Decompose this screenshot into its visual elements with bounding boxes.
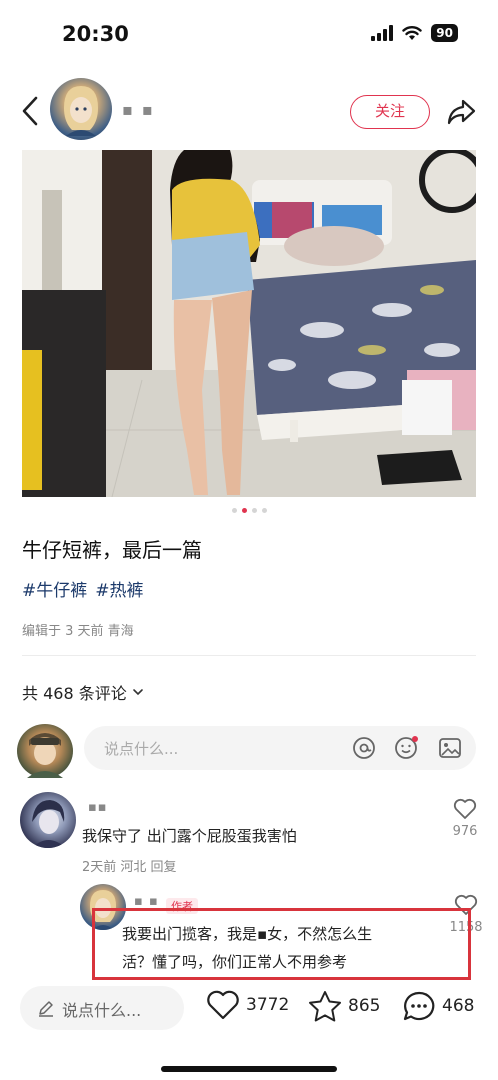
collect-count: 865 [348, 996, 381, 1016]
comment-like[interactable]: 976 [444, 798, 486, 839]
commenter-name[interactable]: ▪▪ [88, 800, 108, 815]
home-indicator [161, 1066, 337, 1072]
bottom-comment-input[interactable]: 说点什么... [20, 986, 184, 1030]
post-header: ▪ ▪ 关注 [0, 72, 498, 150]
like-count: 3772 [246, 995, 290, 1015]
post-image[interactable] [22, 150, 476, 497]
signal-icon [371, 25, 394, 41]
like-button[interactable]: 3772 [206, 990, 289, 1020]
heart-icon [453, 798, 477, 819]
pagination-dot [251, 508, 257, 513]
post-meta: 编辑于 3 天前 青海 [22, 624, 134, 639]
battery-indicator: 90 [431, 24, 458, 42]
status-bar: 20:30 90 [0, 0, 498, 72]
pen-icon [39, 1001, 53, 1017]
collect-button[interactable]: 865 [308, 990, 380, 1022]
pagination-dot-active [241, 508, 247, 513]
author-name[interactable]: ▪ ▪ [122, 100, 155, 119]
comment-input[interactable]: 说点什么... [84, 726, 476, 770]
wifi-icon [402, 26, 422, 40]
at-icon[interactable] [352, 736, 376, 760]
back-icon[interactable] [18, 94, 42, 128]
author-avatar[interactable] [50, 78, 112, 140]
heart-icon [207, 990, 239, 1020]
reply-author-name[interactable]: ▪ ▪ [134, 894, 159, 909]
pagination-dot [261, 508, 267, 513]
star-icon [309, 991, 341, 1022]
chevron-down-icon [132, 689, 143, 696]
comment-icon [403, 991, 435, 1021]
bottom-input-placeholder: 说点什么... [62, 1001, 142, 1020]
commenter-avatar[interactable] [20, 792, 76, 848]
image-icon[interactable] [438, 736, 462, 760]
post-title: 牛仔短裤，最后一篇 [22, 538, 202, 562]
highlight-box [92, 908, 471, 980]
follow-button[interactable]: 关注 [350, 95, 430, 129]
status-time: 20:30 [62, 22, 129, 46]
image-pagination [0, 508, 498, 513]
divider [22, 655, 476, 656]
comment-input-placeholder: 说点什么... [104, 740, 179, 758]
comment-like-count: 976 [452, 824, 478, 839]
comment-meta[interactable]: 2天前 河北 回复 [82, 856, 177, 875]
comment-count: 468 [442, 996, 475, 1016]
status-icons: 90 [371, 24, 458, 42]
share-icon[interactable] [446, 98, 476, 126]
post-tags: #牛仔裤 #热裤 [22, 576, 144, 601]
comment-count-toggle[interactable]: 共 468 条评论 [22, 680, 145, 704]
pagination-dot [231, 508, 237, 513]
tag-link[interactable]: #牛仔裤 [22, 576, 87, 601]
comment-count-label: 共 468 条评论 [22, 684, 127, 703]
bottom-action-bar: 说点什么... 3772 865 468 [0, 982, 498, 1034]
emoji-icon[interactable] [394, 736, 418, 760]
comment-text: 我保守了 出门露个屁股蛋我害怕 [82, 827, 297, 845]
comment-button[interactable]: 468 [402, 990, 474, 1022]
my-avatar [17, 724, 73, 778]
tag-link[interactable]: #热裤 [95, 576, 143, 601]
